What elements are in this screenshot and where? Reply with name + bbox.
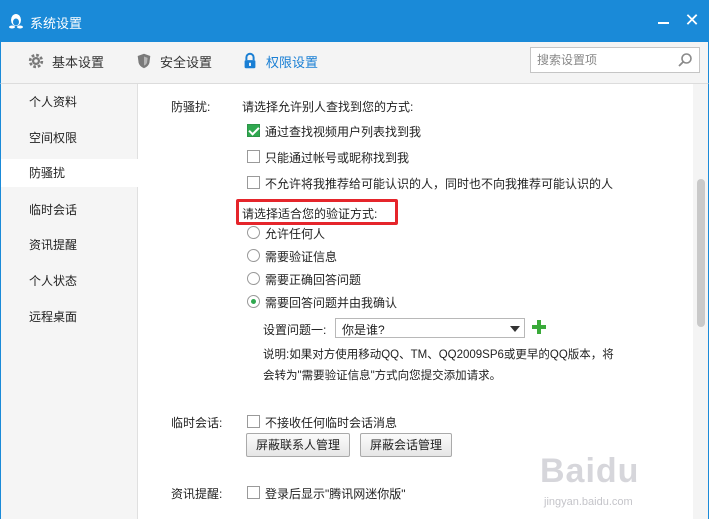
minimize-button[interactable] xyxy=(655,12,673,30)
tab-security-settings[interactable]: 安全设置 xyxy=(135,50,212,72)
close-button[interactable]: ✕ xyxy=(683,11,701,29)
scrollbar-thumb[interactable] xyxy=(697,179,705,327)
sidebar: 个人资料 空间权限 防骚扰 临时会话 资讯提醒 个人状态 远程桌面 xyxy=(0,84,138,519)
radio-require-correct-answer[interactable] xyxy=(247,272,260,285)
section-label-anti-harass: 防骚扰: xyxy=(171,100,211,114)
note-line-1: 说明:如果对方使用移动QQ、TM、QQ2009SP6或更早的QQ版本，将 xyxy=(263,349,614,361)
lock-icon xyxy=(244,52,256,69)
add-question-icon[interactable] xyxy=(532,320,546,334)
sidebar-item-personal-status[interactable]: 个人状态 xyxy=(1,267,138,295)
window-title: 系统设置 xyxy=(30,16,83,31)
tab-label: 权限设置 xyxy=(266,54,319,70)
option-label: 不允许将我推荐给可能认识的人，同时也不向我推荐可能认识的人 xyxy=(265,177,614,191)
question-label: 设置问题一: xyxy=(263,323,327,337)
option-label: 只能通过帐号或昵称找到我 xyxy=(265,151,410,165)
qq-penguin-icon xyxy=(9,14,23,29)
note-line-2: 会转为"需要验证信息"方式向您提交添加请求。 xyxy=(263,370,502,382)
sidebar-item-anti-harass[interactable]: 防骚扰 xyxy=(1,159,138,187)
option-label: 登录后显示"腾讯网迷你版" xyxy=(265,487,406,501)
radio-require-verify-info[interactable] xyxy=(247,249,260,262)
gear-icon xyxy=(28,53,44,69)
sidebar-item-space-permission[interactable]: 空间权限 xyxy=(1,124,138,152)
tab-basic-settings[interactable]: 基本设置 xyxy=(27,50,104,72)
question-value: 你是谁? xyxy=(342,323,385,337)
sidebar-item-news-reminder[interactable]: 资讯提醒 xyxy=(1,231,138,259)
search-box xyxy=(530,47,700,73)
search-input[interactable] xyxy=(537,51,677,69)
toolbar: 基本设置 安全设置 权限设置 xyxy=(0,42,709,84)
option-label: 通过查找视频用户列表找到我 xyxy=(265,125,422,139)
sidebar-item-profile[interactable]: 个人资料 xyxy=(1,88,138,116)
option-label: 不接收任何临时会话消息 xyxy=(265,416,398,430)
shield-icon xyxy=(137,53,151,69)
checkbox-show-mini-news[interactable] xyxy=(247,486,260,499)
sidebar-item-temp-session[interactable]: 临时会话 xyxy=(1,196,138,224)
option-label: 需要正确回答问题 xyxy=(265,273,362,287)
chevron-down-icon xyxy=(510,326,520,332)
radio-answer-and-confirm[interactable] xyxy=(247,295,260,308)
checkbox-block-temp-session[interactable] xyxy=(247,415,260,428)
block-contacts-button[interactable]: 屏蔽联系人管理 xyxy=(246,433,350,457)
tab-label: 基本设置 xyxy=(52,54,105,70)
checkbox-no-recommend[interactable] xyxy=(247,176,260,189)
checkbox-find-by-account-only[interactable] xyxy=(247,150,260,163)
question-select[interactable]: 你是谁? xyxy=(335,318,525,338)
verify-prompt: 请选择适合您的验证方式: xyxy=(242,207,378,221)
sidebar-item-remote-desktop[interactable]: 远程桌面 xyxy=(1,303,138,331)
watermark-brand: Baidu xyxy=(540,452,640,490)
option-label: 需要验证信息 xyxy=(265,250,338,264)
block-sessions-button[interactable]: 屏蔽会话管理 xyxy=(360,433,452,457)
checkbox-find-by-video-list[interactable] xyxy=(247,124,260,137)
search-icon[interactable] xyxy=(677,52,693,68)
option-label: 需要回答问题并由我确认 xyxy=(265,296,398,310)
option-label: 允许任何人 xyxy=(265,227,326,241)
find-prompt: 请选择允许别人查找到您的方式: xyxy=(242,100,414,114)
section-label-temp-session: 临时会话: xyxy=(171,416,223,430)
watermark-url: jingyan.baidu.com xyxy=(544,496,633,508)
radio-allow-anyone[interactable] xyxy=(247,226,260,239)
watermark: Baidu jingyan.baidu.com xyxy=(540,452,700,514)
title-bar: 系统设置 ✕ xyxy=(0,0,709,42)
tab-permission-settings[interactable]: 权限设置 xyxy=(241,50,318,72)
section-label-news: 资讯提醒: xyxy=(171,487,223,501)
tab-label: 安全设置 xyxy=(160,54,213,70)
